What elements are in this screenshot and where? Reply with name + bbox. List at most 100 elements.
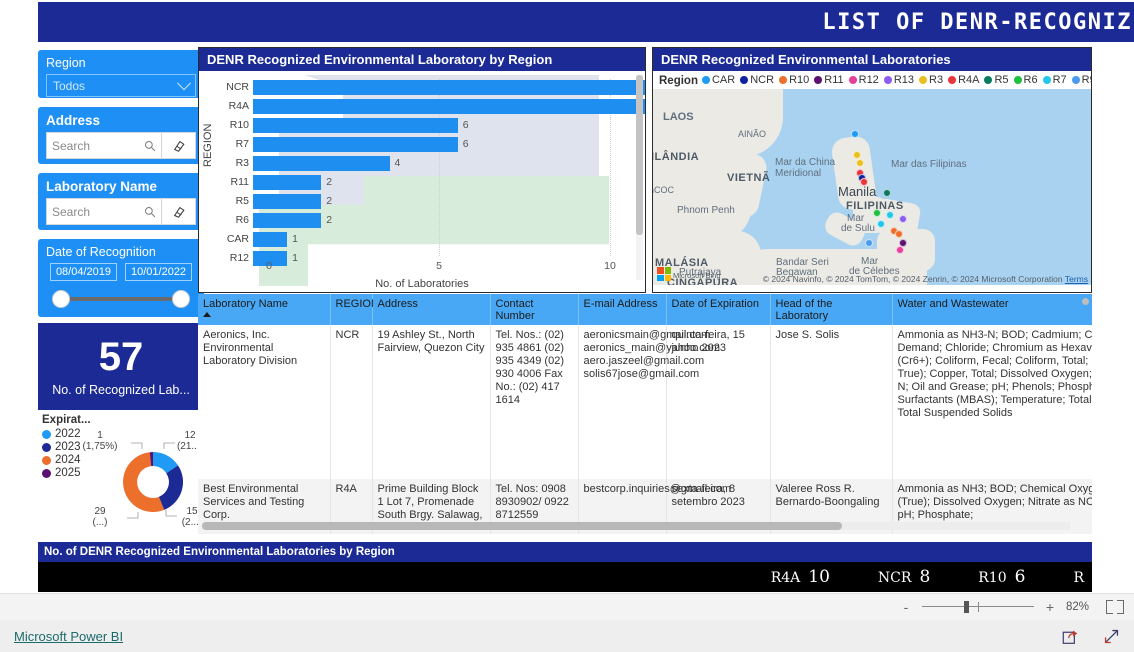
bar-fill[interactable] — [253, 98, 645, 114]
bar-value-label: 6 — [462, 138, 469, 150]
legend-swatch-icon — [740, 76, 749, 84]
address-search-row: Search — [46, 132, 196, 159]
table-horizontal-scrollbar[interactable] — [202, 522, 1070, 530]
data-table-visual[interactable]: Laboratory Name REGION Address Contact N… — [198, 294, 1092, 534]
column-header-address[interactable]: Address — [372, 294, 491, 325]
slicer-region[interactable]: Region Todos — [38, 50, 204, 98]
region-dropdown[interactable]: Todos — [46, 74, 196, 97]
map-label-ainao: AINÃO — [738, 129, 767, 139]
bar-item-ncr[interactable]: NCR18 — [215, 79, 645, 95]
map-bubble-r7[interactable] — [886, 211, 894, 219]
bar-value-label: 6 — [462, 119, 469, 131]
bar-fill[interactable] — [253, 174, 322, 190]
share-icon[interactable] — [1062, 628, 1079, 645]
bar-chart-scrollbar[interactable] — [636, 75, 643, 280]
bar-fill[interactable] — [253, 79, 645, 95]
bar-item-r3[interactable]: R3 4 — [215, 155, 400, 171]
bar-item-r4a[interactable]: R4A13 — [215, 98, 645, 114]
column-header-date-of-expiration[interactable]: Date of Expiration — [666, 294, 771, 325]
table-cell-email: aeronicsmain@gmail.com aeronics_main@yah… — [578, 325, 720, 479]
map-legend-item-r12[interactable]: R12 — [848, 74, 879, 86]
map-legend-item-r7[interactable]: R7 — [1042, 74, 1067, 86]
kpi-card-recognized-labs[interactable]: 57 No. of Recognized Lab... — [38, 323, 204, 410]
zoom-slider-thumb[interactable] — [964, 601, 969, 613]
table-cell-head-of-laboratory: Jose S. Solis — [770, 325, 893, 479]
laboratory-name-search-input[interactable]: Search — [46, 198, 162, 225]
table-row[interactable]: Aeronics, Inc. Environmental Laboratory … — [198, 325, 1092, 479]
zoom-slider[interactable] — [922, 600, 1034, 614]
ticker-band[interactable]: R4A 10 NCR 8 R10 6 R — [38, 562, 1092, 592]
fit-to-width-icon[interactable] — [1106, 600, 1124, 614]
date-start-input[interactable]: 08/04/2019 — [49, 263, 117, 281]
bar-fill[interactable] — [253, 117, 458, 133]
bar-chart-scrollbar-thumb[interactable] — [636, 75, 643, 235]
address-search-input[interactable]: Search — [46, 132, 162, 159]
date-slider-left-handle[interactable] — [52, 290, 70, 308]
map-legend-item-r13[interactable]: R13 — [883, 74, 914, 86]
microsoft-power-bi-link[interactable]: Microsoft Power BI — [14, 629, 123, 644]
bar-item-r12[interactable]: R12 1 — [215, 250, 298, 266]
map-bubble-r5[interactable] — [883, 189, 891, 197]
map-legend-item-r3[interactable]: R3 — [919, 74, 943, 86]
date-slider-right-handle[interactable] — [172, 290, 190, 308]
map-legend-item-ncr[interactable]: NCR — [740, 74, 774, 86]
map-bubble-r12[interactable] — [896, 246, 904, 254]
address-clear-button[interactable] — [162, 132, 196, 159]
table-vertical-scrollbar[interactable] — [1082, 298, 1089, 305]
column-header-contact-number[interactable]: Contact Number — [490, 294, 579, 325]
column-header-water-and-wastewater[interactable]: Water and Wastewater — [892, 294, 1092, 325]
map-legend-item-r9[interactable]: R9 — [1071, 74, 1091, 86]
map-terms-link[interactable]: Terms — [1065, 274, 1088, 284]
map-legend-item-car[interactable]: CAR — [701, 74, 735, 86]
map-bubble-r3[interactable] — [856, 159, 864, 167]
bar-item-r10[interactable]: R10 6 — [215, 117, 469, 133]
column-header-email-address[interactable]: E-mail Address — [578, 294, 667, 325]
map-bubble-r4a[interactable] — [860, 178, 868, 186]
map-bubble-r6[interactable] — [873, 209, 881, 217]
map-bubble-r7[interactable] — [877, 220, 885, 228]
map-bubble-r10[interactable] — [895, 230, 903, 238]
donut-chart-expiration[interactable]: Expirat... 2022 2023 2024 2025 1 (1,75%)… — [38, 412, 208, 532]
map-bubble-r9[interactable] — [865, 239, 873, 247]
date-end-input[interactable]: 10/01/2022 — [125, 263, 193, 281]
bar-chart-visual[interactable]: DENR Recognized Environmental Laboratory… — [198, 47, 646, 293]
bar-item-car[interactable]: CAR 1 — [215, 231, 298, 247]
bar-fill[interactable] — [253, 136, 458, 152]
map-bubble-car[interactable] — [851, 130, 859, 138]
map-visual[interactable]: DENR Recognized Environmental Laboratori… — [652, 47, 1092, 293]
legend-swatch-icon — [948, 76, 957, 84]
bar-fill[interactable] — [253, 193, 322, 209]
slicer-date-of-recognition[interactable]: Date of Recognition 08/04/2019 10/01/202… — [38, 239, 204, 317]
bar-fill[interactable] — [253, 231, 288, 247]
zoom-in-button[interactable]: + — [1044, 600, 1056, 614]
column-header-laboratory-name[interactable]: Laboratory Name — [198, 294, 331, 325]
bar-item-r5[interactable]: R5 2 — [215, 193, 332, 209]
column-header-head-of-laboratory[interactable]: Head of the Laboratory — [770, 294, 893, 325]
map-label-manila: Manila — [838, 184, 877, 199]
map-bubble-r3[interactable] — [853, 151, 861, 159]
slicer-laboratory-name[interactable]: Laboratory Name Search — [38, 173, 204, 230]
column-header-region[interactable]: REGION — [330, 294, 379, 325]
map-legend-item-r5[interactable]: R5 — [984, 74, 1009, 86]
map-legend-item-r6[interactable]: R6 — [1013, 74, 1038, 86]
zoom-out-button[interactable]: - — [900, 600, 912, 614]
donut-ring[interactable]: 1 (1,75%) 12 (21...) 15 (2...) 29 (...) — [82, 430, 208, 530]
map-legend-label: R11 — [824, 74, 844, 86]
slicer-address[interactable]: Address Search — [38, 107, 204, 164]
table-horizontal-scrollbar-thumb[interactable] — [202, 522, 842, 530]
bar-item-r6[interactable]: R6 2 — [215, 212, 332, 228]
map-bubble-r13[interactable] — [899, 215, 907, 223]
map-legend-item-r4a[interactable]: R4A — [948, 74, 979, 86]
date-range-slider[interactable] — [52, 290, 190, 308]
bar-fill[interactable] — [253, 155, 390, 171]
laboratory-name-clear-button[interactable] — [162, 198, 196, 225]
map-legend-label: R3 — [929, 74, 944, 86]
bar-item-r7[interactable]: R7 6 — [215, 136, 469, 152]
map-legend-item-r10[interactable]: R10 — [779, 74, 809, 86]
map-legend-item-r11[interactable]: R11 — [814, 74, 844, 86]
bar-item-r11[interactable]: R11 2 — [215, 174, 332, 190]
bar-fill[interactable] — [253, 212, 322, 228]
eraser-icon — [173, 140, 185, 152]
map-canvas[interactable]: LAOS AINÃO ILÂNDIA VIETNÃ Mar da China M… — [653, 89, 1091, 285]
fullscreen-icon[interactable] — [1103, 628, 1120, 645]
